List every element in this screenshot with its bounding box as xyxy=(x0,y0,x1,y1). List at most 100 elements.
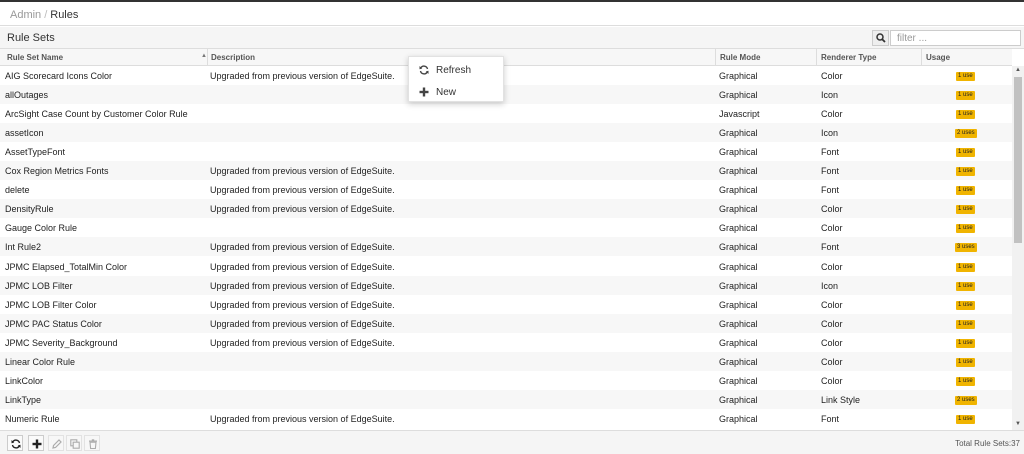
pencil-icon xyxy=(52,439,62,449)
cell-renderer-type: Icon xyxy=(821,128,839,139)
cell-renderer-type: Color xyxy=(821,223,843,234)
table-row[interactable]: JPMC LOB Filter Upgraded from previous ve… xyxy=(0,275,1012,295)
usage-badge: 1 use xyxy=(956,281,975,291)
refresh-button[interactable] xyxy=(7,435,23,451)
usage-badge: 1 use xyxy=(956,167,975,177)
usage-badge: 1 use xyxy=(956,376,975,386)
cell-description: Upgraded from previous version of EdgeSu… xyxy=(210,318,395,329)
copy-icon xyxy=(70,439,80,449)
cell-rule-set-name: Gauge Color Rule xyxy=(5,223,78,234)
plus-icon xyxy=(419,87,429,97)
panel-title: Rule Sets xyxy=(7,32,55,44)
cell-rule-set-name: Int Rule2 xyxy=(5,242,42,253)
total-count: 37 xyxy=(1011,439,1020,448)
table-row[interactable]: Linear Color Rule Graphical Color 1 use xyxy=(0,351,1012,371)
edit-button[interactable] xyxy=(48,435,64,451)
column-divider xyxy=(921,49,922,66)
scroll-up-arrow-icon[interactable]: ▲ xyxy=(1015,67,1021,73)
cell-rule-mode: Graphical xyxy=(719,356,758,367)
cell-rule-mode: Graphical xyxy=(719,394,758,405)
cell-renderer-type: Font xyxy=(821,242,840,253)
cell-rule-set-name: AIG Scorecard Icons Color xyxy=(5,71,113,81)
context-menu-refresh-label: Refresh xyxy=(436,65,472,76)
cell-description: Upgraded from previous version of EdgeSu… xyxy=(210,280,395,291)
table-row[interactable]: assetIcon Graphical Icon 2 uses xyxy=(0,123,1012,143)
scroll-down-arrow-icon[interactable]: ▼ xyxy=(1015,421,1021,427)
plus-icon xyxy=(32,439,42,449)
usage-badge: 1 use xyxy=(956,414,975,424)
footer-toolbar: Total Rule Sets:37 xyxy=(0,430,1024,454)
table-row[interactable]: Gauge Color Rule Graphical Color 1 use xyxy=(0,218,1012,237)
cell-renderer-type: Icon xyxy=(821,280,839,291)
cell-description: Upgraded from previous version of EdgeSu… xyxy=(210,299,395,310)
table-row[interactable]: AIG Scorecard Icons Color Upgraded from p… xyxy=(0,66,1012,85)
usage-badge: 1 use xyxy=(956,148,975,158)
column-header-description[interactable]: Description xyxy=(211,53,255,63)
column-divider xyxy=(207,49,208,66)
table-row[interactable]: LinkType Graphical Link Style 2 uses xyxy=(0,389,1012,409)
refresh-icon xyxy=(419,65,429,75)
cell-rule-mode: Graphical xyxy=(719,166,758,177)
context-menu-new[interactable]: New xyxy=(409,81,505,103)
usage-badge: 1 use xyxy=(956,357,975,367)
table-row[interactable]: JPMC Severity_Background Upgraded from pr… xyxy=(0,333,1012,352)
context-menu-refresh[interactable]: Refresh xyxy=(409,59,505,81)
column-header-renderer[interactable]: Renderer Type xyxy=(821,53,876,63)
cell-rule-mode: Graphical xyxy=(719,280,758,291)
cell-rule-mode: Graphical xyxy=(719,261,758,272)
cell-description: Upgraded from previous version of EdgeSu… xyxy=(210,242,395,253)
table-row[interactable]: delete Upgraded from previous version of … xyxy=(0,180,1012,199)
cell-rule-mode: Graphical xyxy=(719,413,758,424)
cell-rule-set-name: assetIcon xyxy=(5,128,44,139)
usage-badge: 1 use xyxy=(956,186,975,196)
breadcrumb-admin-link[interactable]: Admin xyxy=(10,9,41,21)
cell-rule-mode: Graphical xyxy=(719,299,758,310)
context-menu: Refresh New xyxy=(408,56,504,102)
table-row[interactable]: Cox Region Metrics Fonts Upgraded from pr… xyxy=(0,161,1012,181)
usage-badge: 1 use xyxy=(956,319,975,329)
table-row[interactable]: DensityRule Upgraded from previous versio… xyxy=(0,199,1012,219)
usage-badge: 1 use xyxy=(956,110,975,120)
column-header-usage[interactable]: Usage xyxy=(926,53,950,63)
column-header-mode[interactable]: Rule Mode xyxy=(720,53,760,63)
cell-rule-mode: Graphical xyxy=(719,337,758,348)
cell-renderer-type: Color xyxy=(821,299,843,310)
cell-rule-mode: Graphical xyxy=(719,375,758,386)
cell-renderer-type: Color xyxy=(821,71,843,81)
column-header-name[interactable]: Rule Set Name xyxy=(7,53,63,63)
search-icon xyxy=(876,33,886,43)
cell-rule-set-name: AssetTypeFont xyxy=(5,147,66,158)
table-row[interactable]: JPMC Elapsed_TotalMin Color Upgraded from… xyxy=(0,257,1012,276)
copy-button[interactable] xyxy=(66,435,82,451)
cell-renderer-type: Color xyxy=(821,337,843,348)
usage-badge: 2 uses xyxy=(955,129,977,139)
table-row[interactable]: AssetTypeFont Graphical Font 1 use xyxy=(0,142,1012,161)
table-row[interactable]: LinkColor Graphical Color 1 use xyxy=(0,371,1012,390)
table-row[interactable]: JPMC LOB Filter Color Upgraded from previ… xyxy=(0,295,1012,314)
cell-rule-set-name: Cox Region Metrics Fonts xyxy=(5,166,109,177)
table-row[interactable]: Int Rule2 Upgraded from previous version … xyxy=(0,237,1012,257)
cell-rule-mode: Graphical xyxy=(719,128,758,139)
cell-rule-mode: Graphical xyxy=(719,223,758,234)
usage-badge: 1 use xyxy=(956,300,975,310)
table-row[interactable]: Numeric Rule Upgraded from previous versi… xyxy=(0,409,1012,428)
cell-rule-mode: Graphical xyxy=(719,185,758,196)
table-row[interactable]: ArcSight Case Count by Customer Color Ru… xyxy=(0,104,1012,123)
add-button[interactable] xyxy=(28,435,44,451)
cell-description: Upgraded from previous version of EdgeSu… xyxy=(210,185,395,196)
cell-rule-mode: Graphical xyxy=(719,90,758,101)
cell-renderer-type: Color xyxy=(821,318,843,329)
filter-input[interactable] xyxy=(890,30,1021,46)
cell-rule-mode: Graphical xyxy=(719,242,758,253)
scrollbar-thumb[interactable] xyxy=(1014,77,1022,243)
breadcrumb-separator: / xyxy=(44,9,48,21)
cell-renderer-type: Font xyxy=(821,147,840,158)
cell-rule-mode: Graphical xyxy=(719,204,758,215)
table-row[interactable]: allOutages Graphical Icon 1 use xyxy=(0,85,1012,105)
total-rule-sets: Total Rule Sets:37 xyxy=(955,439,1020,448)
cell-rule-mode: Graphical xyxy=(719,71,758,81)
table-row[interactable]: JPMC PAC Status Color Upgraded from previ… xyxy=(0,313,1012,333)
cell-description: Upgraded from previous version of EdgeSu… xyxy=(210,71,395,81)
search-button[interactable] xyxy=(872,30,889,46)
delete-button[interactable] xyxy=(84,435,100,451)
